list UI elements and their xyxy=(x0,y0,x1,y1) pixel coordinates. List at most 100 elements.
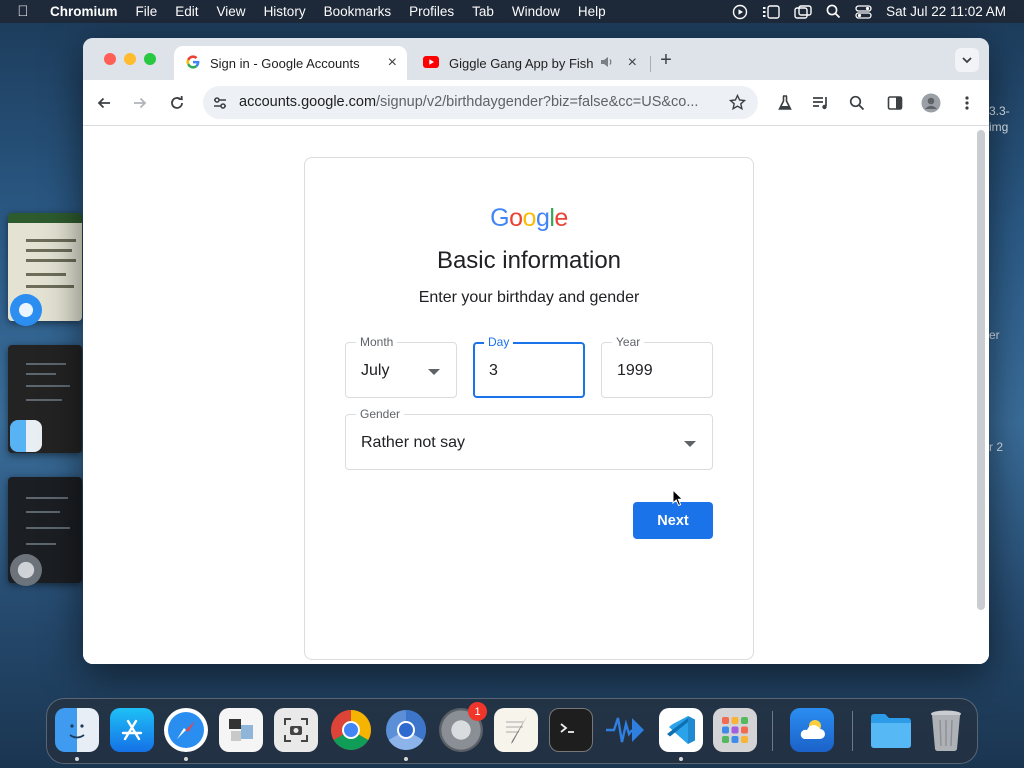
media-controls-icon[interactable] xyxy=(809,91,833,115)
close-tab-icon[interactable]: × xyxy=(628,54,637,72)
desktop-file-label[interactable]: 3.3- xyxy=(989,104,1010,118)
tab-title: Giggle Gang App by Fish xyxy=(449,55,594,71)
downloads-folder-dock-icon[interactable] xyxy=(869,708,913,752)
screenshot-dock-icon[interactable] xyxy=(274,708,318,752)
chromium-dock-icon[interactable] xyxy=(384,708,428,752)
safari-dock-icon[interactable] xyxy=(164,708,208,752)
tab-google-sign-in[interactable]: Sign in - Google Accounts × xyxy=(174,46,407,80)
month-select[interactable]: Month July xyxy=(345,335,457,398)
month-label: Month xyxy=(356,335,398,349)
minimize-window-button[interactable] xyxy=(124,53,136,65)
menu-profiles[interactable]: Profiles xyxy=(400,4,463,19)
control-center-icon[interactable] xyxy=(855,4,872,19)
stage-manager-icon[interactable] xyxy=(762,4,780,19)
app-running-indicator xyxy=(404,757,408,761)
app-running-indicator xyxy=(75,757,79,761)
play-status-icon[interactable] xyxy=(732,4,748,20)
menu-history[interactable]: History xyxy=(255,4,315,19)
menu-tab[interactable]: Tab xyxy=(463,4,503,19)
menu-help[interactable]: Help xyxy=(569,4,615,19)
menu-bar-clock[interactable]: Sat Jul 22 11:02 AM xyxy=(886,4,1006,19)
url-path: /signup/v2/birthdaygender?biz=false&cc=U… xyxy=(376,94,699,110)
menu-edit[interactable]: Edit xyxy=(166,4,207,19)
menu-window[interactable]: Window xyxy=(503,4,569,19)
page-scrollbar[interactable] xyxy=(977,130,985,610)
close-tab-icon[interactable]: × xyxy=(388,54,397,72)
page-subtitle: Enter your birthday and gender xyxy=(418,289,640,306)
url-text[interactable]: accounts.google.com/signup/v2/birthdayge… xyxy=(239,94,719,110)
google-logo-letter: G xyxy=(490,204,510,232)
experiments-flask-icon[interactable] xyxy=(773,91,797,115)
weather-dock-icon[interactable] xyxy=(790,708,834,752)
day-label: Day xyxy=(484,335,514,349)
gender-value: Rather not say xyxy=(361,434,466,451)
google-logo-letter: o xyxy=(509,204,523,232)
textedit-dock-icon[interactable] xyxy=(494,708,538,752)
app-running-indicator xyxy=(679,757,683,761)
gender-label: Gender xyxy=(356,407,405,421)
dock-separator xyxy=(772,711,773,751)
browser-window: Sign in - Google Accounts × Giggle Gang … xyxy=(83,38,989,664)
desktop-file-label[interactable]: er xyxy=(989,328,1000,342)
new-tab-button[interactable]: + xyxy=(654,49,678,73)
reload-icon[interactable] xyxy=(165,91,189,115)
page-content: Google Basic information Enter your birt… xyxy=(83,126,989,664)
browser-toolbar: accounts.google.com/signup/v2/birthdayge… xyxy=(83,80,989,126)
year-input[interactable]: Year 1999 xyxy=(601,335,713,398)
google-logo: Google xyxy=(305,204,753,233)
mouse-pointer-icon xyxy=(672,488,684,512)
finder-dock-icon[interactable] xyxy=(55,708,99,752)
dock-separator xyxy=(852,711,853,751)
side-panel-icon[interactable] xyxy=(883,91,907,115)
instruments-dock-icon[interactable] xyxy=(602,708,646,752)
url-host: accounts.google.com xyxy=(239,94,377,110)
menu-view[interactable]: View xyxy=(208,4,255,19)
safari-icon[interactable] xyxy=(10,294,42,326)
terminal-dock-icon[interactable] xyxy=(549,708,593,752)
menu-bar:  Chromium File Edit View History Bookma… xyxy=(0,0,1024,23)
day-input[interactable]: Day 3 xyxy=(473,335,585,398)
year-value[interactable]: 1999 xyxy=(617,362,653,380)
app-store-dock-icon[interactable] xyxy=(110,708,154,752)
more-menu-icon[interactable] xyxy=(955,91,979,115)
bookmark-star-icon[interactable] xyxy=(728,93,747,116)
menu-app-name[interactable]: Chromium xyxy=(46,4,127,19)
desktop-file-label[interactable]: img xyxy=(989,120,1008,134)
close-window-button[interactable] xyxy=(104,53,116,65)
site-info-icon[interactable] xyxy=(212,95,228,116)
google-logo-letter: g xyxy=(535,204,550,232)
preview-dock-icon[interactable] xyxy=(219,708,263,752)
tab-audio-playing-icon[interactable] xyxy=(600,56,614,71)
google-logo-letter: o xyxy=(522,204,537,232)
search-icon[interactable] xyxy=(845,91,869,115)
dock xyxy=(46,698,978,764)
desktop-file-label[interactable]: r 2 xyxy=(989,440,1003,454)
tab-search-button[interactable] xyxy=(955,48,979,72)
spotlight-search-icon[interactable] xyxy=(826,4,841,19)
tab-title: Sign in - Google Accounts xyxy=(210,55,360,71)
profile-avatar-icon[interactable] xyxy=(919,91,943,115)
finder-icon[interactable] xyxy=(10,420,42,452)
system-settings-icon[interactable] xyxy=(10,554,42,586)
signup-card: Google Basic information Enter your birt… xyxy=(304,157,754,660)
address-bar[interactable]: accounts.google.com/signup/v2/birthdayge… xyxy=(203,86,758,119)
year-label: Year xyxy=(612,335,645,349)
gender-select[interactable]: Gender Rather not say xyxy=(345,407,713,470)
launchpad-dock-icon[interactable] xyxy=(713,708,757,752)
apple-menu-icon[interactable]:  xyxy=(0,3,46,20)
menu-bookmarks[interactable]: Bookmarks xyxy=(315,4,401,19)
vscode-dock-icon[interactable] xyxy=(659,708,703,752)
app-running-indicator xyxy=(184,757,188,761)
screen-mirroring-icon[interactable] xyxy=(794,4,812,19)
google-g-icon xyxy=(186,54,200,72)
chrome-dock-icon[interactable] xyxy=(329,708,373,752)
forward-arrow-icon[interactable] xyxy=(128,91,152,115)
dropdown-arrow-icon xyxy=(684,441,696,447)
menu-file[interactable]: File xyxy=(127,4,167,19)
dropdown-arrow-icon xyxy=(428,369,440,375)
trash-dock-icon[interactable] xyxy=(924,708,968,752)
zoom-window-button[interactable] xyxy=(144,53,156,65)
back-arrow-icon[interactable] xyxy=(92,91,116,115)
day-value[interactable]: 3 xyxy=(489,362,498,380)
tab-giggle-gang[interactable]: Giggle Gang App by Fish × xyxy=(415,46,647,80)
